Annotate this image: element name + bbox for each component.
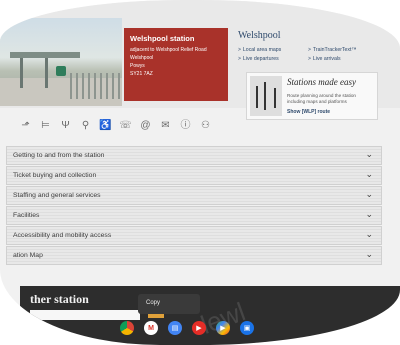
chevron-right-icon: > bbox=[308, 47, 311, 53]
other-station-title: ther station bbox=[30, 292, 89, 306]
chevron-right-icon: > bbox=[238, 56, 241, 62]
stations-made-easy-card[interactable]: Stations made easy Route planning around… bbox=[246, 72, 378, 120]
stations-made-easy-title: Stations made easy bbox=[287, 77, 356, 87]
panel-links: > Local area maps > TrainTrackerText™ > Liv… bbox=[238, 47, 388, 62]
youtube-icon[interactable]: ▶ bbox=[192, 321, 206, 335]
panel-title: Welshpool bbox=[238, 30, 281, 41]
gmail-icon[interactable]: M bbox=[144, 321, 158, 335]
chevron-right-icon: > bbox=[238, 47, 241, 53]
chevron-down-icon: ⌄ bbox=[365, 149, 373, 159]
chevron-down-icon: ⌄ bbox=[365, 229, 373, 239]
show-route-link[interactable]: Show [WLP] route bbox=[287, 109, 330, 115]
family-icon: ⚇ bbox=[201, 119, 210, 131]
phone-icon: ☏ bbox=[119, 119, 132, 131]
link-traintracker-text[interactable]: > TrainTrackerText™ bbox=[308, 47, 378, 53]
accordion-accessibility[interactable]: Accessibility and mobility access ⌄ bbox=[6, 226, 382, 245]
station-photo bbox=[0, 18, 122, 106]
address-line: adjacent to Welshpool Relief Road bbox=[130, 47, 207, 53]
chevron-down-icon: ⌄ bbox=[365, 189, 373, 199]
accessible-toilets-icon: ♿ bbox=[99, 119, 112, 131]
facility-icons: ⬏ ⊨ Ψ ⚲ ♿ ☏ @ ✉ ⓘ ⚇ bbox=[18, 118, 218, 132]
link-live-departures[interactable]: > Live departures bbox=[238, 56, 308, 62]
taskbar: M ▤ ▶ ▶ ▣ bbox=[120, 318, 310, 338]
stations-made-easy-image bbox=[250, 76, 282, 116]
link-live-arrivals[interactable]: > Live arrivals bbox=[308, 56, 378, 62]
mail-icon: ✉ bbox=[161, 119, 170, 131]
at-icon: @ bbox=[140, 119, 151, 131]
copy-context-popup[interactable]: Copy bbox=[138, 294, 200, 314]
accordion-getting-to-station[interactable]: Getting to and from the station ⌄ bbox=[6, 146, 382, 165]
accordion-station-map[interactable]: ation Map ⌄ bbox=[6, 246, 382, 265]
stations-made-easy-description: Route planning around the station includ… bbox=[287, 93, 356, 104]
accordion-staffing[interactable]: Staffing and general services ⌄ bbox=[6, 186, 382, 205]
bed-icon: ⊨ bbox=[41, 119, 50, 131]
play-store-icon[interactable]: ▶ bbox=[216, 321, 230, 335]
address-line: SY21 7AZ bbox=[130, 71, 153, 77]
toilets-icon: ⚲ bbox=[81, 119, 90, 131]
chrome-icon[interactable] bbox=[120, 321, 134, 335]
files-icon[interactable]: ▣ bbox=[240, 321, 254, 335]
station-info-accordion: Getting to and from the station ⌄ Ticket… bbox=[6, 146, 382, 266]
docs-icon[interactable]: ▤ bbox=[168, 321, 182, 335]
screen: Welshpool station adjacent to Welshpool … bbox=[0, 0, 400, 345]
chevron-right-icon: > bbox=[308, 56, 311, 62]
chevron-down-icon: ⌄ bbox=[365, 209, 373, 219]
copy-button[interactable]: Copy bbox=[146, 300, 160, 306]
step-free-icon: ⬏ bbox=[21, 119, 30, 131]
station-address-box: Welshpool station adjacent to Welshpool … bbox=[124, 28, 228, 101]
info-icon: ⓘ bbox=[180, 119, 191, 131]
address-line: Welshpool bbox=[130, 55, 154, 61]
chevron-down-icon: ⌄ bbox=[365, 169, 373, 179]
link-local-area-maps[interactable]: > Local area maps bbox=[238, 47, 308, 53]
chevron-down-icon: ⌄ bbox=[365, 249, 373, 259]
station-panel: Welshpool > Local area maps > TrainTracker… bbox=[238, 30, 388, 120]
station-name: Welshpool station bbox=[130, 34, 195, 43]
station-header: Welshpool station adjacent to Welshpool … bbox=[0, 0, 400, 120]
food-icon: Ψ bbox=[61, 119, 70, 131]
accordion-ticket-buying[interactable]: Ticket buying and collection ⌄ bbox=[6, 166, 382, 185]
address-line: Powys bbox=[130, 63, 145, 69]
accordion-facilities[interactable]: Facilities ⌄ bbox=[6, 206, 382, 225]
